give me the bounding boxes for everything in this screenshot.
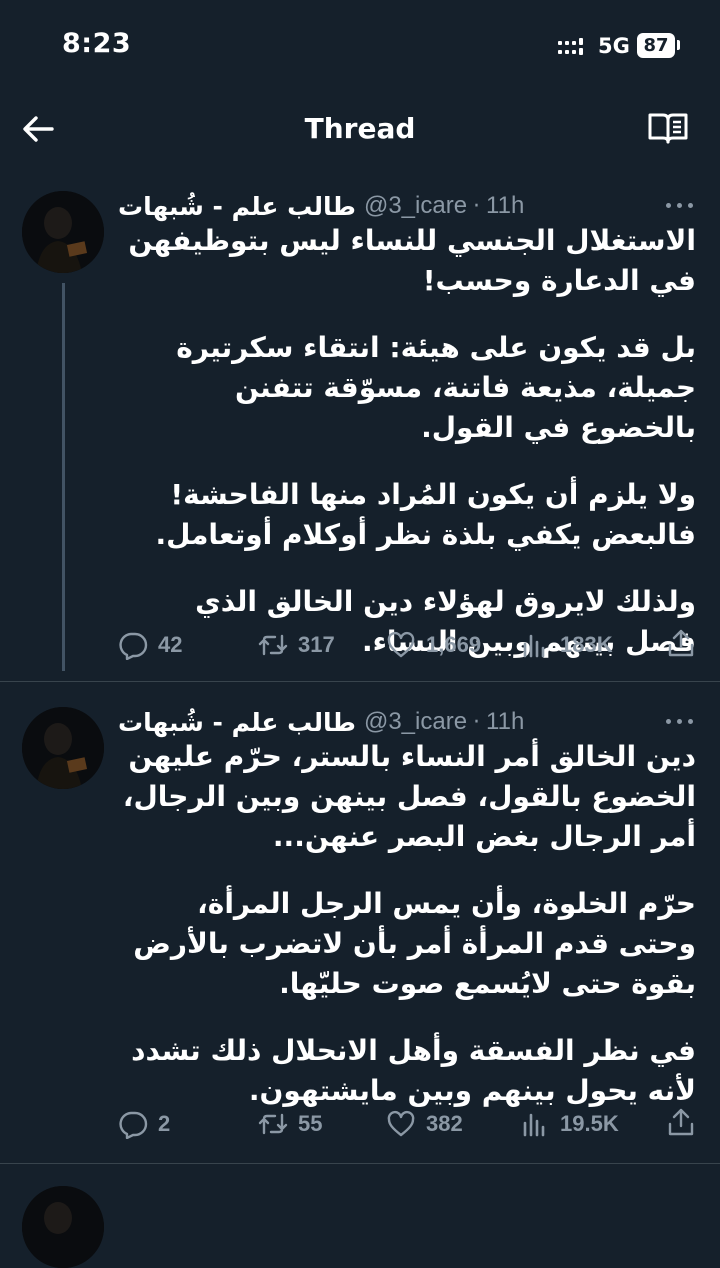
network-type: 5G [598, 34, 630, 58]
share-icon[interactable] [666, 627, 696, 659]
like-button[interactable]: 1,669 [386, 627, 481, 663]
tweet-paragraph: ولا يلزم أن يكون المُراد منها الفاحشة! ف… [155, 478, 696, 551]
author-name[interactable]: طالب علم - شُبهات [118, 708, 356, 737]
avatar-image [22, 191, 104, 273]
tweet-divider [0, 1163, 720, 1164]
views-button[interactable]: 19.5K [520, 1106, 619, 1142]
reply-count: 42 [158, 632, 183, 657]
page-title: Thread [304, 112, 416, 145]
author-name[interactable]: طالب علم - شُبهات [118, 192, 356, 221]
status-bar: 8:23 5G 87 [0, 0, 720, 90]
more-horizontal-icon[interactable] [666, 203, 694, 209]
reply-count: 2 [158, 1111, 171, 1136]
avatar[interactable] [22, 707, 104, 789]
avatar[interactable] [22, 1186, 104, 1268]
author-handle[interactable]: @3_icare [364, 708, 467, 736]
thread-header: Thread [0, 95, 720, 165]
retweet-button[interactable]: 55 [258, 1106, 322, 1142]
battery-indicator: 87 [637, 33, 675, 58]
tweet-paragraph: بل قد يكون على هيئة: انتقاء سكرتيرة جميل… [176, 331, 696, 444]
separator-dot: · [473, 709, 481, 735]
heart-icon [387, 631, 415, 658]
avatar[interactable] [22, 191, 104, 273]
signal-icon [558, 38, 586, 58]
retweet-button[interactable]: 317 [258, 627, 335, 663]
tweet-paragraph: دين الخالق أمر النساء بالستر، حرّم عليهن… [122, 740, 696, 853]
avatar-image [22, 1186, 104, 1268]
like-count: 382 [426, 1111, 463, 1136]
book-open-icon[interactable] [647, 111, 689, 145]
views-icon [523, 634, 545, 658]
battery-tip [677, 40, 680, 50]
tweet-text: دين الخالق أمر النساء بالستر، حرّم عليهن… [118, 737, 696, 1111]
retweet-count: 317 [298, 632, 335, 657]
separator-dot: · [473, 193, 481, 219]
avatar-image [22, 707, 104, 789]
tweet[interactable]: طالب علم - شُبهات @3_icare · 11h دين الخ… [0, 707, 720, 1147]
reply-icon [119, 632, 148, 660]
views-count: 19.5K [560, 1111, 619, 1136]
tweet-header: طالب علم - شُبهات @3_icare · 11h [118, 189, 694, 223]
retweet-icon [258, 634, 288, 656]
share-icon[interactable] [666, 1106, 696, 1138]
retweet-icon [258, 1113, 288, 1135]
tweet-actions: 42 317 1,669 183K [118, 627, 696, 667]
reply-button[interactable]: 42 [118, 627, 182, 663]
like-count: 1,669 [426, 632, 482, 657]
tweet-paragraph: الاستغلال الجنسي للنساء ليس بتوظيفهن في … [128, 224, 696, 297]
views-icon [523, 1113, 545, 1137]
retweet-count: 55 [298, 1111, 323, 1136]
views-count: 183K [560, 632, 613, 657]
tweet-header: طالب علم - شُبهات @3_icare · 11h [118, 705, 694, 739]
thread-line [62, 283, 65, 671]
tweet-time: 11h [486, 192, 525, 219]
author-handle[interactable]: @3_icare [364, 192, 467, 220]
more-horizontal-icon[interactable] [666, 719, 694, 725]
tweet-divider [0, 681, 720, 682]
tweet-text: الاستغلال الجنسي للنساء ليس بتوظيفهن في … [118, 221, 696, 662]
tweet-actions: 2 55 382 19.5K [118, 1106, 696, 1146]
tweet-time: 11h [486, 708, 525, 735]
tweet[interactable]: طالب علم - شُبهات @3_icare · 11h الاستغل… [0, 191, 720, 671]
like-button[interactable]: 382 [386, 1106, 463, 1142]
status-time: 8:23 [62, 28, 132, 59]
views-button[interactable]: 183K [520, 627, 613, 663]
tweet-paragraph: في نظر الفسقة وأهل الانحلال ذلك تشدد لأن… [131, 1034, 696, 1107]
heart-icon [387, 1110, 415, 1137]
reply-button[interactable]: 2 [118, 1106, 170, 1142]
reply-icon [119, 1111, 148, 1139]
tweet-paragraph: حرّم الخلوة، وأن يمس الرجل المرأة، وحتى … [133, 887, 696, 1000]
